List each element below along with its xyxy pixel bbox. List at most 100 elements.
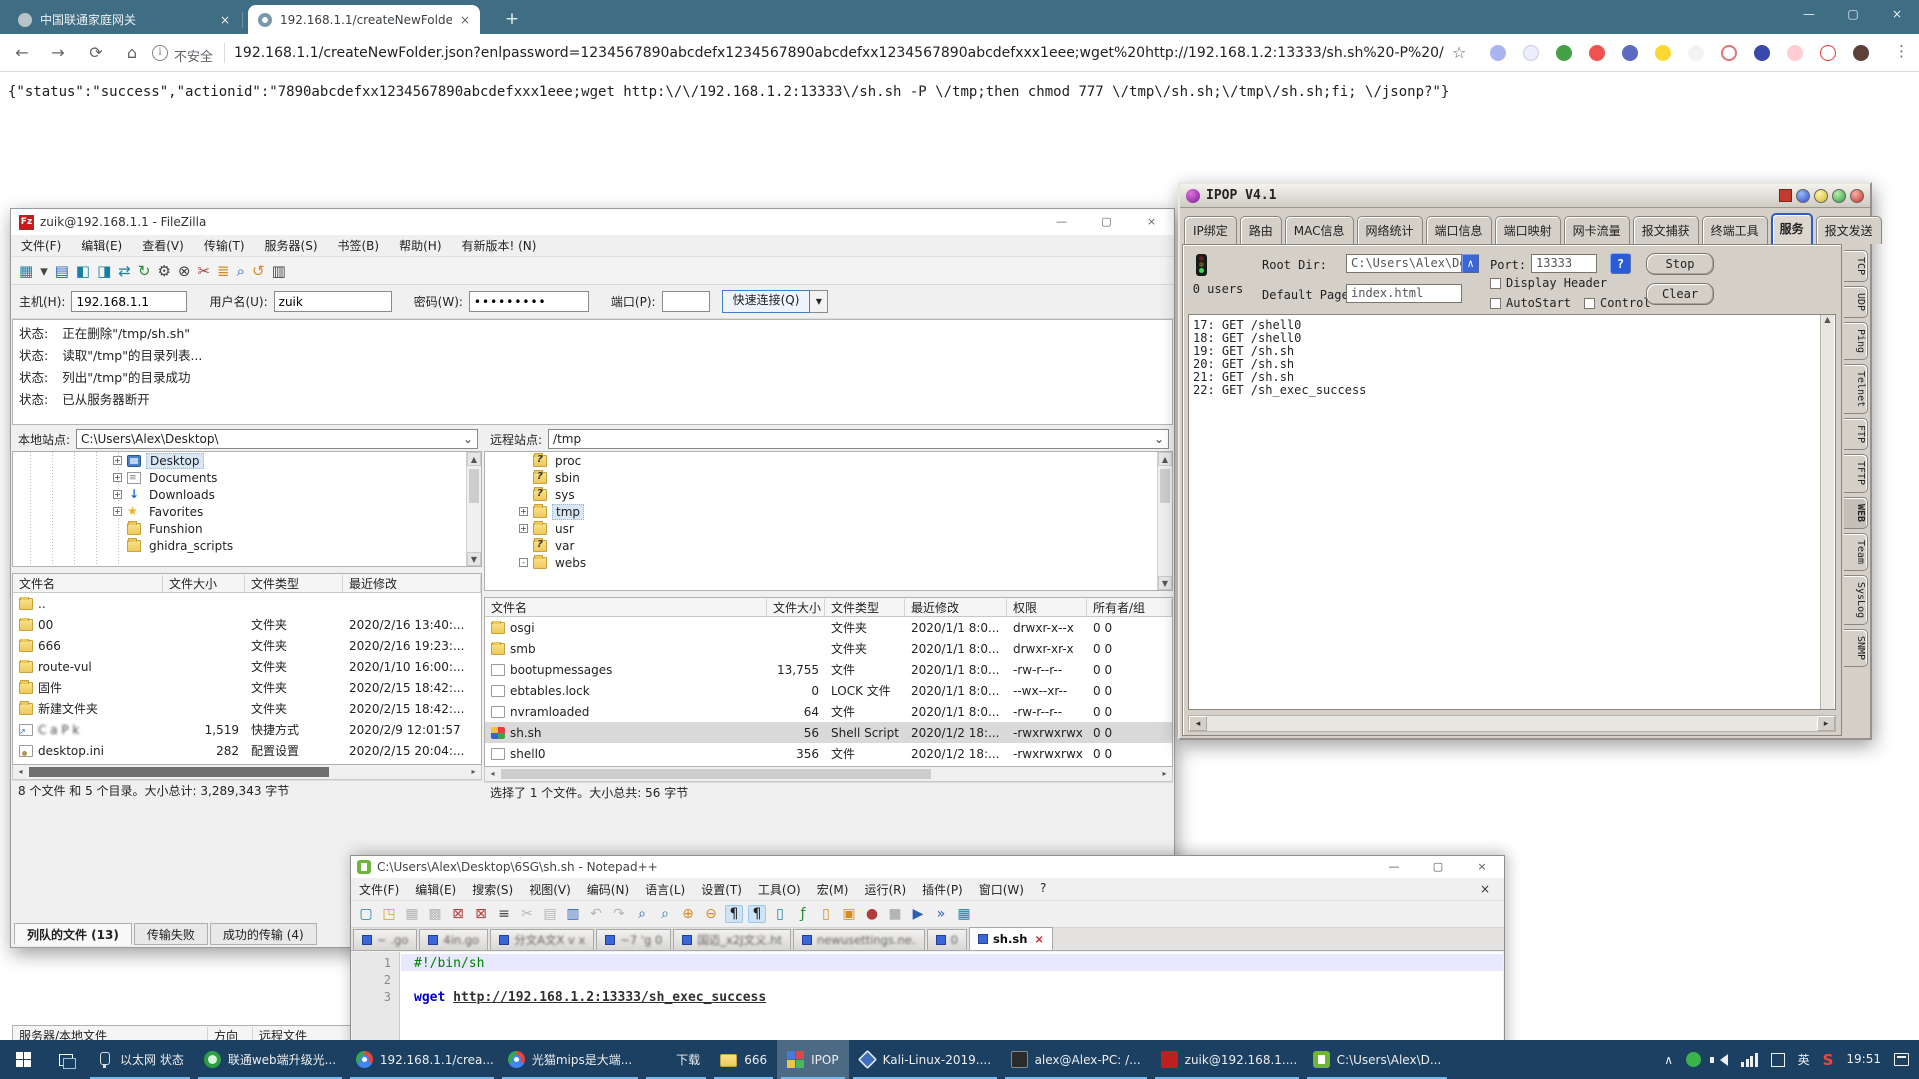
taskbar-app-button[interactable]: zuik@192.168.1.... [1151, 1040, 1303, 1079]
table-row[interactable]: shell0 356 文件 2020/1/2 18:... -rwxrwxrwx… [485, 743, 1172, 764]
tree-expander-icon[interactable] [519, 541, 528, 550]
minimize-button[interactable]: — [1372, 856, 1416, 878]
extension-icon[interactable] [1589, 45, 1605, 61]
tree-expander-icon[interactable] [519, 490, 528, 499]
tree-expander-icon[interactable]: + [113, 507, 122, 516]
ipop-tab[interactable]: MAC信息 [1285, 216, 1354, 244]
ipop-side-tab[interactable]: TFTP [1844, 454, 1868, 492]
save-icon[interactable]: ▦ [403, 906, 421, 922]
table-row[interactable]: C a P k 1,519 快捷方式 2020/2/9 12:01:57 [13, 719, 481, 740]
menu-item[interactable]: 搜索(S) [472, 881, 513, 898]
remote-site-combo[interactable]: /tmp⌄ [548, 429, 1169, 449]
document-tab[interactable]: 分文A文X v x [490, 929, 594, 950]
site-manager-arrow-icon[interactable]: ▾ [40, 261, 48, 281]
tab-close-icon[interactable]: × [460, 13, 470, 27]
print-icon[interactable]: ≡ [495, 906, 513, 922]
taskbar-app-button[interactable]: 光猫mips是大端... [498, 1040, 642, 1079]
table-row[interactable]: 固件 文件夹 2020/2/15 18:42:... [13, 677, 481, 698]
maximize-button[interactable]: ▢ [1416, 856, 1460, 878]
close-all-icon[interactable]: ⊠ [472, 906, 490, 922]
tree-expander-icon[interactable] [519, 473, 528, 482]
new-tab-button[interactable]: + [498, 8, 526, 32]
network-icon[interactable] [1741, 1053, 1758, 1067]
ipop-tab[interactable]: 端口信息 [1426, 216, 1492, 244]
table-row[interactable]: 新建文件夹 文件夹 2020/2/15 18:42:... [13, 698, 481, 719]
ipop-side-tab[interactable]: SNMP [1844, 629, 1868, 667]
document-tab[interactable]: sh.sh × [969, 927, 1053, 950]
autostart-checkbox[interactable]: AutoStart [1490, 296, 1571, 310]
web-server-log[interactable]: 17: GET /shell018: GET /shell019: GET /s… [1188, 314, 1836, 710]
checkbox-icon[interactable] [1490, 298, 1501, 309]
menu-item[interactable]: 有新版本! (N) [462, 237, 537, 254]
table-row[interactable]: ebtables.lock 0 LOCK 文件 2020/1/1 8:0... … [485, 680, 1172, 701]
tree-expander-icon[interactable] [113, 541, 122, 550]
ipop-side-tab[interactable]: SysLog [1844, 575, 1868, 625]
extension-icon[interactable] [1655, 45, 1671, 61]
tree-item[interactable]: proc [485, 452, 1172, 469]
paste-icon[interactable]: ▥ [564, 906, 582, 922]
tree-item[interactable]: + Documents [13, 469, 481, 486]
menu-item[interactable]: 帮助(H) [399, 237, 441, 254]
table-row[interactable]: desktop.ini 282 配置设置 2020/2/15 20:04:... [13, 740, 481, 761]
disconnect-icon[interactable]: ✂ [197, 261, 210, 281]
extension-icon[interactable] [1853, 45, 1869, 61]
ipop-titlebar[interactable]: IPOP V4.1 [1180, 184, 1870, 208]
control-checkbox[interactable]: Control [1584, 296, 1651, 310]
tree-item[interactable]: - webs [485, 554, 1172, 571]
browser-maximize-button[interactable]: ▢ [1831, 0, 1875, 30]
tree-item[interactable]: ghidra_scripts [13, 537, 481, 554]
extension-icon[interactable] [1787, 45, 1803, 61]
table-row[interactable]: .. [13, 593, 481, 614]
message-log-toggle-icon[interactable]: ▤ [55, 261, 69, 281]
taskbar-app-button[interactable]: 以太网 状态 [86, 1040, 194, 1079]
extension-icon[interactable] [1820, 45, 1836, 61]
column-header[interactable]: 所有者/组 [1087, 599, 1172, 616]
forward-button[interactable]: → [46, 41, 70, 65]
tree-expander-icon[interactable] [113, 524, 122, 533]
minimize-ball-button[interactable] [1796, 189, 1810, 203]
tab-close-icon[interactable]: × [220, 13, 230, 27]
ipop-tab[interactable]: IP绑定 [1184, 216, 1237, 244]
indent-guide-icon[interactable]: ▯ [771, 906, 789, 922]
zoom-out-icon[interactable]: ⊖ [702, 906, 720, 922]
ipop-side-tab[interactable]: TCP [1844, 250, 1868, 282]
refresh-icon[interactable]: ↻ [138, 261, 151, 281]
taskbar-app-button[interactable]: C:\Users\Alex\D... [1303, 1040, 1452, 1079]
ipop-side-tab[interactable]: Ping [1844, 322, 1868, 360]
menu-item[interactable]: 传输(T) [204, 237, 245, 254]
quickconnect-button[interactable]: 快速连接(Q) [722, 290, 811, 313]
macro-record-icon[interactable]: ● [863, 906, 881, 922]
close-document-icon[interactable]: × [1480, 882, 1490, 896]
menu-item[interactable]: 书签(B) [338, 237, 380, 254]
ipop-tab[interactable]: 网络统计 [1357, 216, 1423, 244]
column-header[interactable]: 文件类型 [245, 575, 343, 592]
taskbar-app-button[interactable]: IPOP [777, 1040, 848, 1079]
ipop-side-tab[interactable]: UDP [1844, 286, 1868, 318]
taskbar-app-button[interactable]: 666 [710, 1040, 777, 1079]
help-button[interactable]: ? [1610, 253, 1631, 274]
tree-item[interactable]: + Downloads [13, 486, 481, 503]
tree-expander-icon[interactable]: + [113, 456, 122, 465]
document-tab[interactable]: ~ .go [353, 929, 417, 950]
password-input[interactable] [469, 291, 589, 312]
document-tab[interactable]: newusettings.ne. [793, 929, 925, 950]
menu-item[interactable]: 设置(T) [701, 881, 742, 898]
remote-tree-scrollbar[interactable]: ▲▼ [1157, 452, 1172, 590]
menu-item[interactable]: 视图(V) [529, 881, 571, 898]
macro-run-multi-icon[interactable]: » [932, 906, 950, 922]
close-file-icon[interactable]: ⊠ [449, 906, 467, 922]
document-tab[interactable]: 0 [927, 929, 967, 950]
remote-list-hscrollbar[interactable]: ◂▸ [484, 767, 1173, 782]
ipop-tab[interactable]: 报文发送 [1816, 216, 1882, 244]
volume-icon[interactable] [1714, 1054, 1728, 1066]
queue-tab[interactable]: 传输失败 [134, 923, 208, 945]
doc-switcher-icon[interactable]: ▣ [840, 906, 858, 922]
browser-minimize-button[interactable]: — [1787, 0, 1831, 30]
table-row[interactable]: osgi 文件夹 2020/1/1 8:0... drwxr-x--x 0 0 [485, 617, 1172, 638]
cut-icon[interactable]: ✂ [518, 906, 536, 922]
file-search-icon[interactable]: ⌕ [237, 261, 245, 281]
column-header[interactable]: 文件名 [485, 599, 767, 616]
local-tree-toggle-icon[interactable]: ◧ [76, 261, 90, 281]
port-input[interactable] [662, 291, 710, 312]
tree-item[interactable]: + tmp [485, 503, 1172, 520]
